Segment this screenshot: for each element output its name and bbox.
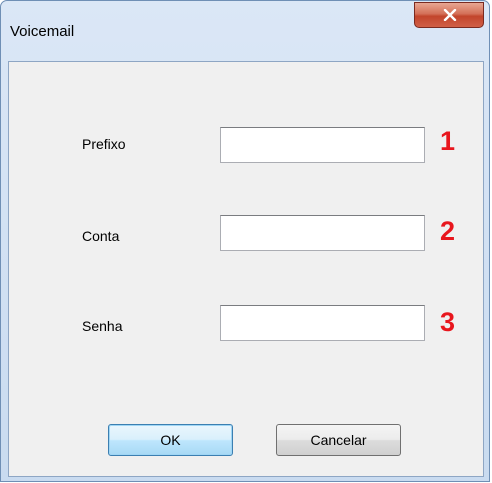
- annotation-number-2: 2: [440, 216, 456, 246]
- voicemail-dialog: Voicemail Prefixo 1 Conta 2 Senha 3 OK C…: [0, 0, 490, 482]
- dialog-body: Prefixo 1 Conta 2 Senha 3 OK Cancelar: [8, 61, 484, 477]
- ok-button[interactable]: OK: [108, 424, 233, 456]
- cancel-button[interactable]: Cancelar: [276, 424, 401, 456]
- conta-label: Conta: [82, 228, 120, 244]
- conta-input[interactable]: [220, 215, 425, 251]
- prefixo-label: Prefixo: [82, 136, 126, 152]
- annotation-number-3: 3: [440, 307, 456, 337]
- window-title: Voicemail: [10, 23, 75, 40]
- annotation-number-1: 1: [440, 126, 456, 156]
- close-button[interactable]: [414, 2, 484, 28]
- senha-input[interactable]: [220, 305, 425, 341]
- prefixo-input[interactable]: [220, 127, 425, 163]
- title-bar[interactable]: Voicemail: [1, 1, 489, 61]
- senha-label: Senha: [82, 318, 123, 334]
- close-icon: [443, 9, 457, 21]
